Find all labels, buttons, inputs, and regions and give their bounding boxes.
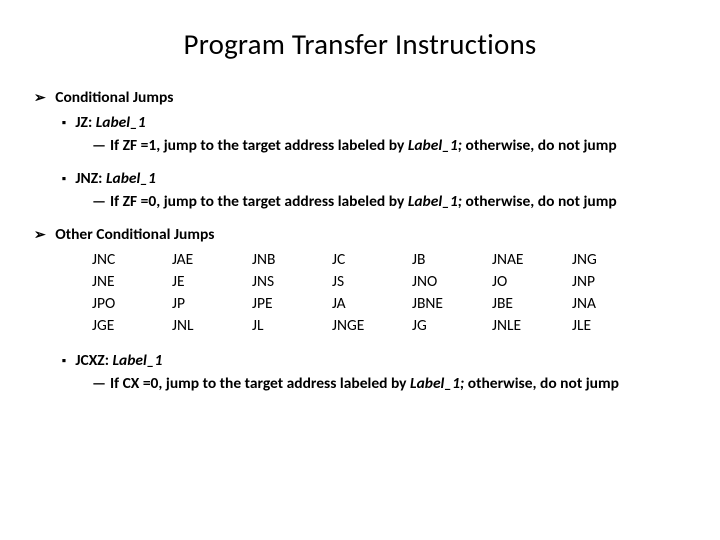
jump-cell: JLE bbox=[572, 316, 652, 335]
item-jcxz: JCXZ: Label_1 bbox=[62, 351, 686, 370]
jump-cell: JPO bbox=[92, 294, 172, 313]
jnz-desc-label: Label_1; bbox=[408, 192, 462, 211]
jz-label: Label_1 bbox=[96, 113, 146, 132]
jnz-desc-pre: If ZF =0, jump to the target address lab… bbox=[110, 192, 408, 211]
jump-cell: JNG bbox=[572, 250, 652, 269]
jump-cell: JB bbox=[412, 250, 492, 269]
jump-cell: JBE bbox=[492, 294, 572, 313]
jump-cell: JP bbox=[172, 294, 252, 313]
jump-cell: JNB bbox=[252, 250, 332, 269]
jcxz-desc-post: otherwise, do not jump bbox=[464, 374, 619, 393]
jcxz-description: —If CX =0, jump to the target address la… bbox=[92, 374, 686, 393]
section-conditional-jumps: Conditional Jumps bbox=[34, 88, 686, 107]
jump-cell: JNP bbox=[572, 272, 652, 291]
jumps-table: JNC JAE JNB JC JB JNAE JNG JNE JE JNS JS… bbox=[92, 250, 686, 335]
jump-cell: JNE bbox=[92, 272, 172, 291]
jump-cell: JNAE bbox=[492, 250, 572, 269]
jz-desc-post: otherwise, do not jump bbox=[462, 136, 617, 155]
section-label: Other Conditional Jumps bbox=[55, 225, 214, 244]
jz-desc-label: Label_1; bbox=[408, 136, 462, 155]
section-other-jumps: Other Conditional Jumps bbox=[34, 225, 686, 244]
jnz-mnemonic: JNZ: bbox=[75, 169, 106, 188]
jnz-description: —If ZF =0, jump to the target address la… bbox=[92, 192, 686, 211]
jump-cell: JC bbox=[332, 250, 412, 269]
jump-cell: JO bbox=[492, 272, 572, 291]
jump-cell: JNS bbox=[252, 272, 332, 291]
jz-description: —If ZF =1, jump to the target address la… bbox=[92, 136, 686, 155]
jz-desc-pre: If ZF =1, jump to the target address lab… bbox=[110, 136, 408, 155]
slide-container: Program Transfer Instructions Conditiona… bbox=[0, 0, 720, 540]
jnz-desc-post: otherwise, do not jump bbox=[462, 192, 617, 211]
dash-icon: — bbox=[92, 374, 106, 393]
jump-cell: JNO bbox=[412, 272, 492, 291]
jump-cell: JAE bbox=[172, 250, 252, 269]
jcxz-mnemonic: JCXZ: bbox=[75, 351, 112, 370]
jcxz-label: Label_1 bbox=[112, 351, 162, 370]
jump-cell: JS bbox=[332, 272, 412, 291]
jump-cell: JNLE bbox=[492, 316, 572, 335]
slide-title: Program Transfer Instructions bbox=[34, 26, 686, 62]
jump-cell: JPE bbox=[252, 294, 332, 313]
jump-cell: JGE bbox=[92, 316, 172, 335]
item-jz: JZ: Label_1 bbox=[62, 113, 686, 132]
jump-cell: JL bbox=[252, 316, 332, 335]
jump-cell: JNC bbox=[92, 250, 172, 269]
jz-mnemonic: JZ: bbox=[75, 113, 95, 132]
jump-cell: JBNE bbox=[412, 294, 492, 313]
jump-cell: JG bbox=[412, 316, 492, 335]
dash-icon: — bbox=[92, 136, 106, 155]
jcxz-desc-pre: If CX =0, jump to the target address lab… bbox=[110, 374, 410, 393]
item-jnz: JNZ: Label_1 bbox=[62, 169, 686, 188]
jump-cell: JNA bbox=[572, 294, 652, 313]
jump-cell: JA bbox=[332, 294, 412, 313]
jump-cell: JNL bbox=[172, 316, 252, 335]
jcxz-desc-label: Label_1; bbox=[410, 374, 464, 393]
dash-icon: — bbox=[92, 192, 106, 211]
jump-cell: JNGE bbox=[332, 316, 412, 335]
jump-cell: JE bbox=[172, 272, 252, 291]
jnz-label: Label_1 bbox=[106, 169, 156, 188]
section-label: Conditional Jumps bbox=[55, 88, 173, 107]
